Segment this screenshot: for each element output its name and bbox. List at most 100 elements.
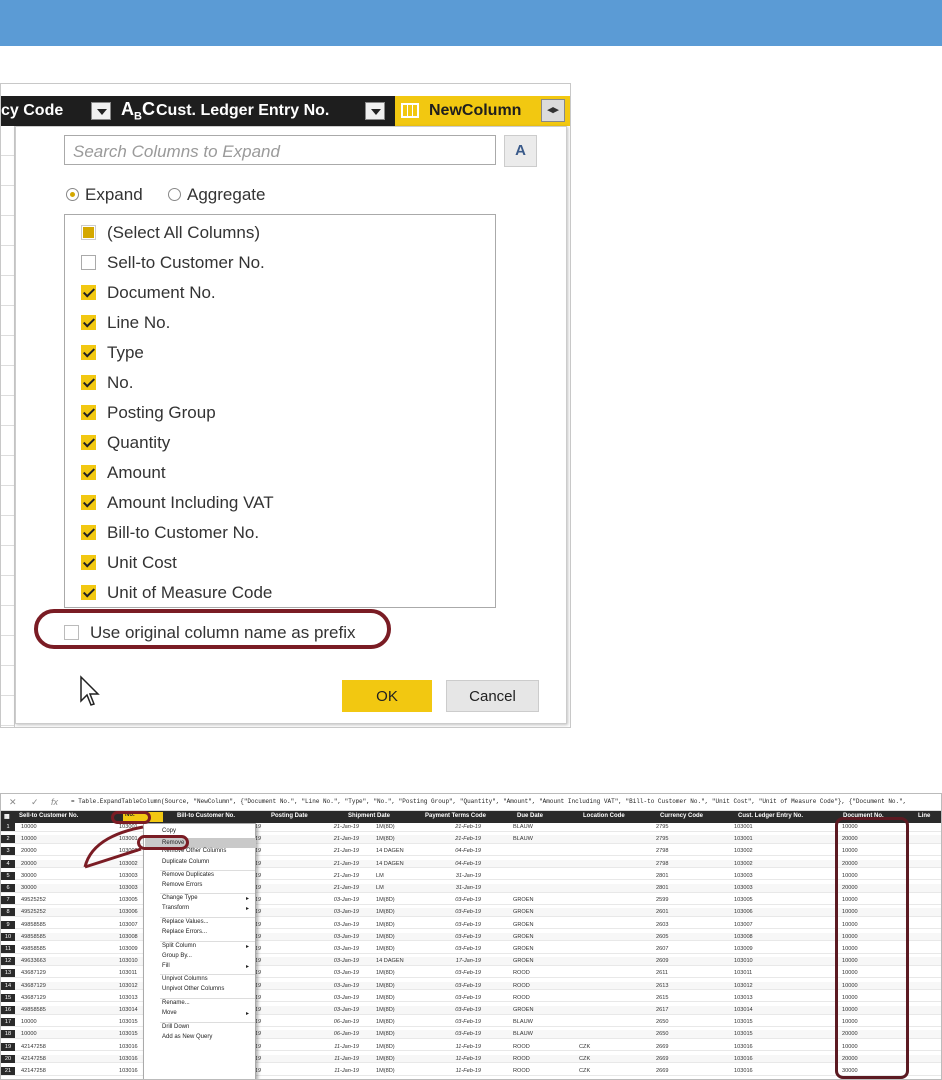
table-cell: 42147258 <box>21 1055 46 1062</box>
column-checkbox-item[interactable]: Amount Including VAT <box>81 493 274 513</box>
menu-item[interactable]: Group By... <box>162 953 192 959</box>
column-header[interactable]: Payment Terms Code <box>425 813 486 819</box>
check-icon[interactable]: ✓ <box>31 797 39 808</box>
column-header[interactable]: Line <box>918 813 930 819</box>
column-header[interactable]: Sell-to Customer No. <box>19 813 78 819</box>
search-input[interactable]: Search Columns to Expand <box>64 135 496 165</box>
table-cell: 04-Feb-19 <box>455 860 481 867</box>
table-cell: 103016 <box>119 1055 138 1062</box>
column-header[interactable]: Posting Date <box>271 813 308 819</box>
menu-item[interactable]: Replace Errors... <box>162 929 207 935</box>
menu-item[interactable]: Split Column <box>162 943 196 949</box>
table-cell: CZK <box>579 1055 591 1062</box>
table-cell: 2611 <box>656 970 669 977</box>
menu-item[interactable]: Add as New Query <box>162 1034 212 1040</box>
aggregate-radio[interactable]: Aggregate <box>168 185 265 205</box>
column-filter-dropdown-icon[interactable] <box>365 102 385 120</box>
column-header[interactable]: Location Code <box>583 813 625 819</box>
column-filter-dropdown-icon[interactable] <box>91 102 111 120</box>
table-cell: 103006 <box>734 909 753 916</box>
formula-text[interactable]: = Table.ExpandTableColumn(Source, "NewCo… <box>71 798 906 805</box>
table-cell: 03-Feb-19 <box>455 921 481 928</box>
column-checkbox-item[interactable]: Type <box>81 343 144 363</box>
cancel-button[interactable]: Cancel <box>446 680 539 712</box>
table-cell: 1M(8D) <box>376 824 395 830</box>
row-number: 1 <box>1 823 15 831</box>
table-cell: 49525252 <box>21 909 46 916</box>
row-number: 21 <box>1 1067 15 1075</box>
row-number: 12 <box>1 957 15 966</box>
table-cell: 03-Feb-19 <box>455 994 481 1001</box>
table-cell: 2607 <box>656 946 669 952</box>
column-header[interactable]: Bill-to Customer No. <box>177 813 235 819</box>
column-header-cust-ledger-entry-no[interactable]: Cust. Ledger Entry No. <box>156 102 329 120</box>
row-number: 8 <box>1 908 15 917</box>
table-cell: 2669 <box>656 1043 669 1050</box>
column-checkbox-item[interactable]: (Select All Columns) <box>81 223 260 243</box>
checkbox-checked-icon <box>81 465 96 480</box>
table-cell: 2795 <box>656 824 669 830</box>
column-checkbox-item[interactable]: Unit of Measure Code <box>81 583 272 603</box>
table-cell: CZK <box>579 1043 591 1050</box>
table-cell: 103011 <box>119 970 138 977</box>
table-menu-icon[interactable]: ▦ <box>4 813 10 820</box>
column-header-newcolumn[interactable]: NewColumn ◂▸ <box>395 96 570 126</box>
menu-item[interactable]: Unpivot Other Columns <box>162 986 224 992</box>
table-cell: 103010 <box>734 958 753 965</box>
menu-item[interactable]: Remove Duplicates <box>162 872 214 878</box>
close-icon[interactable]: ✕ <box>9 797 17 808</box>
column-header[interactable]: Due Date <box>517 813 543 819</box>
column-checkbox-item[interactable]: Document No. <box>81 283 216 303</box>
menu-item[interactable]: Duplicate Column <box>162 859 209 865</box>
menu-item[interactable]: Change Type <box>162 895 198 901</box>
table-cell: 103009 <box>734 946 753 952</box>
menu-separator <box>160 870 255 871</box>
table-cell: 49858585 <box>21 946 46 952</box>
row-number: 15 <box>1 993 15 1002</box>
row-number: 19 <box>1 1042 15 1051</box>
table-cell: 1M(8D) <box>376 1019 395 1026</box>
table-cell: 103015 <box>734 1031 753 1038</box>
abc-text-type-icon[interactable]: ABC <box>121 99 155 123</box>
menu-item[interactable]: Replace Values... <box>162 919 209 925</box>
checkbox-checked-icon <box>81 495 96 510</box>
column-checkbox-item[interactable]: Posting Group <box>81 403 216 423</box>
menu-item[interactable]: Rename... <box>162 1000 190 1006</box>
column-header-currency-code[interactable]: cy Code <box>1 102 63 120</box>
column-checkbox-item[interactable]: Bill-to Customer No. <box>81 523 259 543</box>
sort-az-icon[interactable]: A <box>504 135 537 167</box>
column-checkbox-item[interactable]: Unit Cost <box>81 553 177 573</box>
menu-item[interactable]: Transform <box>162 905 189 911</box>
menu-item[interactable]: Drill Down <box>162 1024 189 1030</box>
column-header[interactable]: Shipment Date <box>348 813 390 819</box>
expand-columns-icon[interactable]: ◂▸ <box>541 99 565 122</box>
table-cell: 1M(8D) <box>376 921 395 928</box>
submenu-arrow-icon: ▸ <box>246 896 250 902</box>
row-number: 20 <box>1 1054 15 1063</box>
menu-item[interactable]: Copy <box>162 828 176 834</box>
column-header[interactable]: Currency Code <box>660 813 703 819</box>
column-checkbox-item[interactable]: No. <box>81 373 133 393</box>
expand-radio[interactable]: Expand <box>66 185 143 205</box>
table-cell: 2601 <box>656 909 669 916</box>
column-checkbox-item[interactable]: Amount <box>81 463 166 483</box>
table-cell: 103016 <box>734 1068 753 1074</box>
table-cell: 11-Feb-19 <box>455 1043 481 1050</box>
column-header[interactable]: Cust. Ledger Entry No. <box>738 813 803 819</box>
column-checkbox-item[interactable]: Sell-to Customer No. <box>81 253 265 273</box>
menu-separator <box>160 893 255 894</box>
menu-item[interactable]: Fill <box>162 963 170 969</box>
menu-item[interactable]: Remove Errors <box>162 882 202 888</box>
table-cell: 43687129 <box>21 982 46 989</box>
table-cell: 30000 <box>21 872 37 879</box>
ok-button[interactable]: OK <box>342 680 432 712</box>
menu-item[interactable]: Unpivot Columns <box>162 976 208 982</box>
column-checkbox-item[interactable]: Quantity <box>81 433 170 453</box>
table-cell: 49633663 <box>21 958 46 965</box>
submenu-arrow-icon: ▸ <box>246 906 250 912</box>
formula-bar: ✕ ✓ fx = Table.ExpandTableColumn(Source,… <box>1 794 941 811</box>
menu-item[interactable]: Move <box>162 1010 177 1016</box>
table-cell: 1M(8D) <box>376 994 395 1001</box>
column-checkbox-item[interactable]: Line No. <box>81 313 170 333</box>
row-number: 11 <box>1 945 15 953</box>
